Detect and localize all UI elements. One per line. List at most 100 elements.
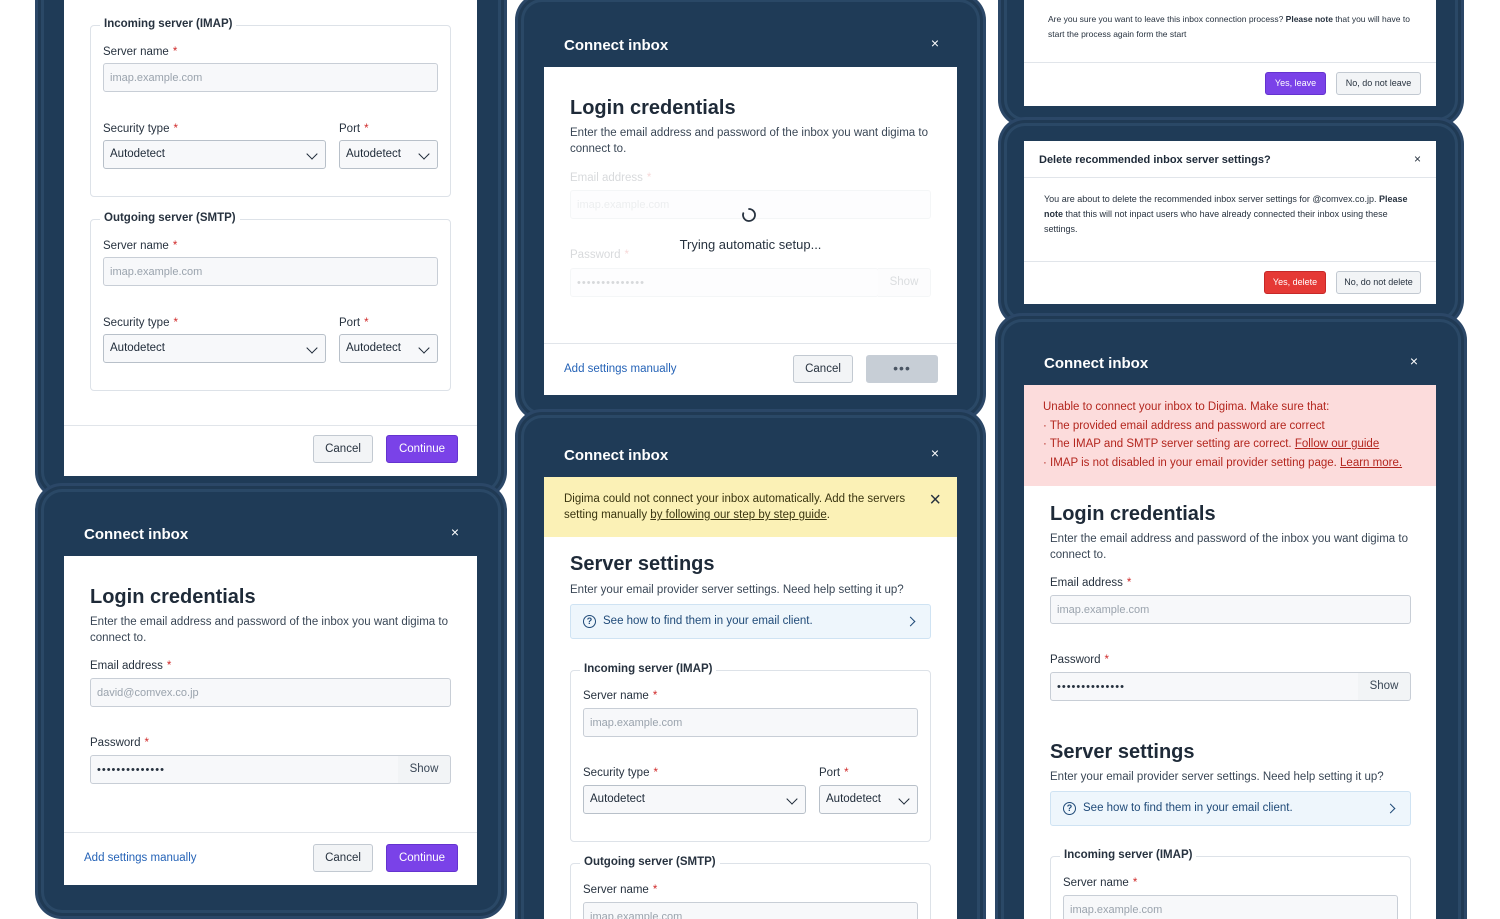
help-circle-icon: ? xyxy=(583,615,596,628)
smtp-legend: Outgoing server (SMTP) xyxy=(580,856,720,868)
server-name-input[interactable]: imap.example.com xyxy=(1063,895,1398,919)
password-field[interactable]: •••••••••••••• xyxy=(1050,672,1359,701)
email-label: Email address * xyxy=(570,172,652,184)
error-line: · The IMAP and SMTP server setting are c… xyxy=(1043,438,1380,450)
imap-legend: Incoming server (IMAP) xyxy=(1060,849,1197,861)
chevron-down-icon xyxy=(306,342,318,354)
continue-button[interactable]: Continue xyxy=(386,844,458,872)
footer-divider xyxy=(1024,261,1436,262)
email-field[interactable]: imap.example.com xyxy=(1050,595,1411,624)
close-icon[interactable]: × xyxy=(1414,152,1421,166)
password-field[interactable]: •••••••••••••• xyxy=(90,755,399,784)
server-name-input[interactable]: imap.example.com xyxy=(103,257,438,286)
show-password-button[interactable]: Show xyxy=(398,755,451,784)
page-subtitle: Enter your email provider server setting… xyxy=(570,584,904,596)
imap-legend: Incoming server (IMAP) xyxy=(100,18,237,30)
add-settings-manually-link[interactable]: Add settings manually xyxy=(564,363,677,375)
help-callout[interactable]: ? See how to find them in your email cli… xyxy=(1050,791,1411,826)
learn-more-link[interactable]: Learn more. xyxy=(1340,457,1402,469)
close-icon[interactable]: × xyxy=(451,524,459,540)
continue-button-loading: ••• xyxy=(866,355,938,383)
close-warning-icon[interactable]: × xyxy=(929,489,941,512)
server-name-input[interactable]: imap.example.com xyxy=(583,708,918,737)
page-subtitle: Enter the email address and password of … xyxy=(1050,533,1408,561)
server-name-label: Server name * xyxy=(103,46,178,58)
dialog-title: Connect inbox xyxy=(564,447,669,464)
port-select[interactable]: Autodetect xyxy=(819,785,918,814)
cancel-button[interactable]: Cancel xyxy=(313,435,373,463)
chevron-down-icon xyxy=(418,148,430,160)
security-type-select[interactable]: Autodetect xyxy=(103,334,326,363)
email-field[interactable]: david@comvex.co.jp xyxy=(90,678,451,707)
server-name-input[interactable]: imap.example.com xyxy=(583,902,918,919)
cancel-button[interactable]: Cancel xyxy=(793,355,853,383)
error-banner: Unable to connect your inbox to Digima. … xyxy=(1024,385,1436,486)
security-type-select[interactable]: Autodetect xyxy=(103,140,326,169)
cancel-button[interactable]: Cancel xyxy=(313,844,373,872)
dialog-title: Delete recommended inbox server settings… xyxy=(1039,154,1271,166)
no-do-not-leave-button[interactable]: No, do not leave xyxy=(1336,72,1421,95)
dialog-header: Connect inbox × xyxy=(544,431,957,477)
yes-leave-button[interactable]: Yes, leave xyxy=(1265,72,1326,95)
panel-f-dialog: Delete recommended inbox server settings… xyxy=(1024,141,1436,304)
close-icon[interactable]: × xyxy=(1410,353,1418,369)
close-icon[interactable]: × xyxy=(931,445,939,461)
step-guide-link[interactable]: by following our step by step guide xyxy=(650,509,826,521)
server-name-input[interactable]: imap.example.com xyxy=(103,63,438,92)
page-title: Login credentials xyxy=(90,586,256,608)
server-name-label: Server name * xyxy=(103,240,178,252)
panel-g-dialog: Connect inbox × Unable to connect your i… xyxy=(1024,339,1436,919)
imap-legend: Incoming server (IMAP) xyxy=(580,663,717,675)
add-settings-manually-link[interactable]: Add settings manually xyxy=(84,852,197,864)
port-label: Port * xyxy=(339,123,369,135)
email-label: Email address * xyxy=(90,660,172,672)
show-password-button[interactable]: Show xyxy=(1358,672,1411,701)
dialog-header: Connect inbox × xyxy=(1024,339,1436,385)
error-line: · IMAP is not disabled in your email pro… xyxy=(1043,456,1403,469)
dialog-title: Connect inbox xyxy=(1044,355,1149,372)
show-password-button[interactable]: Show xyxy=(878,268,931,297)
chevron-right-icon xyxy=(1385,803,1396,814)
page-title: Server settings xyxy=(570,553,715,575)
panel-d-dialog: Connect inbox × Digima could not connect… xyxy=(544,431,957,919)
footer-divider xyxy=(64,425,477,426)
help-text: See how to find them in your email clien… xyxy=(603,615,813,627)
loading-text: Trying automatic setup... xyxy=(679,237,822,252)
help-text: See how to find them in your email clien… xyxy=(1083,802,1293,814)
password-label: Password * xyxy=(90,737,149,749)
panel-b-dialog: Connect inbox × Login credentials Enter … xyxy=(64,511,477,885)
follow-guide-link[interactable]: Follow our guide xyxy=(1295,438,1379,450)
server-name-label: Server name * xyxy=(583,690,658,702)
chevron-down-icon xyxy=(418,342,430,354)
yes-delete-button[interactable]: Yes, delete xyxy=(1264,271,1326,294)
port-label: Port * xyxy=(339,317,369,329)
section-title: Server settings xyxy=(1050,741,1195,763)
help-callout[interactable]: ? See how to find them in your email cli… xyxy=(570,604,931,639)
error-intro: Unable to connect your inbox to Digima. … xyxy=(1043,401,1330,413)
chevron-down-icon xyxy=(786,793,798,805)
page-title: Login credentials xyxy=(1050,503,1216,525)
server-name-label: Server name * xyxy=(583,884,658,896)
panel-e-dialog: Are you sure you want to leave this inbo… xyxy=(1024,0,1436,106)
footer-divider xyxy=(1024,62,1436,63)
footer-divider xyxy=(544,343,957,344)
no-do-not-delete-button[interactable]: No, do not delete xyxy=(1336,271,1421,294)
security-type-label: Security type * xyxy=(583,767,658,779)
continue-button[interactable]: Continue xyxy=(386,435,458,463)
panel-c-dialog: Connect inbox × Login credentials Enter … xyxy=(544,21,957,395)
loading-spinner-icon xyxy=(742,208,756,222)
faded-form: Email address * imap.example.com Password… xyxy=(544,21,957,321)
password-label: Password * xyxy=(1050,654,1109,666)
port-select[interactable]: Autodetect xyxy=(339,140,438,169)
security-type-label: Security type * xyxy=(103,317,178,329)
password-field[interactable]: •••••••••••••• xyxy=(570,268,879,297)
footer-divider xyxy=(64,832,477,833)
port-select[interactable]: Autodetect xyxy=(339,334,438,363)
security-type-select[interactable]: Autodetect xyxy=(583,785,806,814)
chevron-right-icon xyxy=(905,616,916,627)
page-subtitle: Enter the email address and password of … xyxy=(90,616,448,644)
header-divider xyxy=(1024,177,1436,178)
help-circle-icon: ? xyxy=(1063,802,1076,815)
warning-text: Digima could not connect your inbox auto… xyxy=(564,493,906,521)
security-type-label: Security type * xyxy=(103,123,178,135)
